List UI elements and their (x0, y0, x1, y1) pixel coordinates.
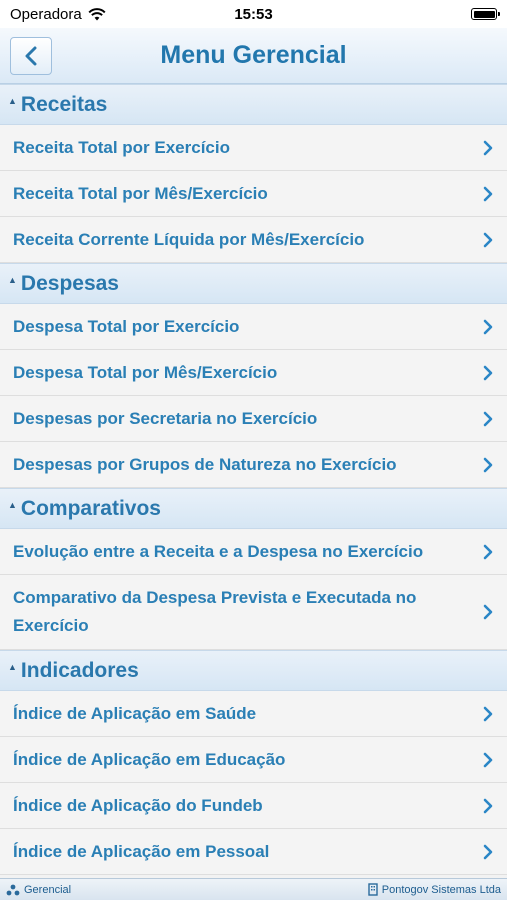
menu-item-label: Receita Total por Exercício (13, 137, 230, 157)
menu-item-despesa-total-mes-exercicio[interactable]: Despesa Total por Mês/Exercício (0, 350, 507, 396)
collapse-caret-icon: ▲ (8, 661, 17, 672)
menu-item-label: Índice de Aplicação em Saúde (13, 703, 257, 723)
chevron-right-icon (483, 798, 493, 813)
section-title: Comparativos (20, 496, 161, 520)
section-header-comparativos[interactable]: ▲ Comparativos (0, 488, 507, 529)
menu-item-label: Comparativo da Despesa Prevista e Execut… (13, 588, 417, 635)
menu-item-despesa-total-exercicio[interactable]: Despesa Total por Exercício (0, 304, 507, 350)
battery-icon (471, 8, 500, 20)
section-header-despesas[interactable]: ▲ Despesas (0, 263, 507, 304)
collapse-caret-icon: ▲ (8, 95, 17, 106)
collapse-caret-icon: ▲ (8, 274, 17, 285)
menu-item-label: Evolução entre a Receita e a Despesa no … (13, 541, 424, 561)
menu-item-label: Despesas por Secretaria no Exercício (13, 408, 318, 428)
chevron-right-icon (483, 544, 493, 559)
menu-item-despesas-por-grupos-natureza[interactable]: Despesas por Grupos de Natureza no Exerc… (0, 442, 507, 488)
collapse-caret-icon: ▲ (8, 499, 17, 510)
menu-item-label: Índice de Aplicação em Pessoal (13, 841, 270, 861)
clock: 15:53 (234, 5, 273, 23)
chevron-right-icon (483, 457, 493, 472)
menu-item-label: Receita Total por Mês/Exercício (13, 183, 268, 203)
footer-company-name: Pontogov Sistemas Ltda (381, 883, 501, 896)
section-title: Indicadores (20, 658, 139, 682)
chevron-right-icon (483, 706, 493, 721)
menu-item-label: Despesa Total por Mês/Exercício (13, 362, 278, 382)
menu-item-label: Despesas por Grupos de Natureza no Exerc… (13, 454, 397, 474)
status-bar: Operadora 15:53 (0, 0, 507, 28)
chevron-right-icon (483, 365, 493, 380)
menu-item-receita-corrente-liquida[interactable]: Receita Corrente Líquida por Mês/Exercíc… (0, 217, 507, 263)
chevron-right-icon (483, 844, 493, 859)
chevron-right-icon (483, 140, 493, 155)
menu-item-evolucao-receita-despesa[interactable]: Evolução entre a Receita e a Despesa no … (0, 529, 507, 575)
footer-left: Gerencial (6, 884, 71, 896)
footer-right: Pontogov Sistemas Ltda (368, 883, 501, 896)
section-header-indicadores[interactable]: ▲ Indicadores (0, 650, 507, 691)
back-button[interactable] (10, 37, 52, 75)
menu-item-indice-educacao[interactable]: Índice de Aplicação em Educação (0, 737, 507, 783)
chevron-right-icon (483, 752, 493, 767)
menu-item-receita-total-exercicio[interactable]: Receita Total por Exercício (0, 125, 507, 171)
menu-item-indice-pessoal[interactable]: Índice de Aplicação em Pessoal (0, 829, 507, 875)
menu-item-label: Índice de Aplicação do Fundeb (13, 795, 263, 815)
menu-item-despesas-por-secretaria[interactable]: Despesas por Secretaria no Exercício (0, 396, 507, 442)
chevron-right-icon (483, 319, 493, 334)
menu-item-indice-saude[interactable]: Índice de Aplicação em Saúde (0, 691, 507, 737)
footer-bar: Gerencial Pontogov Sistemas Ltda (0, 878, 507, 900)
menu-item-receita-total-mes-exercicio[interactable]: Receita Total por Mês/Exercício (0, 171, 507, 217)
chevron-right-icon (483, 232, 493, 247)
menu-item-comparativo-despesa-prevista-executada[interactable]: Comparativo da Despesa Prevista e Execut… (0, 575, 507, 650)
page-title: Menu Gerencial (160, 41, 347, 69)
network-icon (6, 884, 20, 895)
chevron-right-icon (483, 604, 493, 620)
footer-app-name: Gerencial (24, 883, 72, 896)
building-icon (368, 883, 378, 896)
menu-item-label: Despesa Total por Exercício (13, 316, 240, 336)
section-header-receitas[interactable]: ▲ Receitas (0, 84, 507, 125)
chevron-right-icon (483, 186, 493, 201)
navigation-bar: Menu Gerencial (0, 28, 507, 84)
section-title: Despesas (20, 271, 119, 295)
section-title: Receitas (20, 92, 108, 116)
menu-item-label: Receita Corrente Líquida por Mês/Exercíc… (13, 229, 365, 249)
menu-item-indice-fundeb[interactable]: Índice de Aplicação do Fundeb (0, 783, 507, 829)
chevron-right-icon (483, 411, 493, 426)
menu-item-label: Índice de Aplicação em Educação (13, 749, 286, 769)
chevron-left-icon (25, 46, 37, 66)
